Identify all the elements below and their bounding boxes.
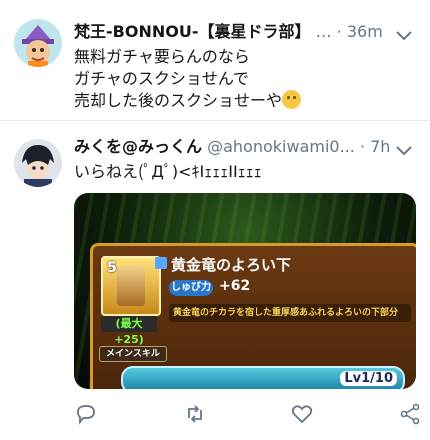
timestamp[interactable]: 7h: [370, 137, 390, 156]
tweet-line: いらねえ(ﾟДﾟ)<ｷIｪｪｪIIｪｪｪ: [74, 162, 262, 181]
separator-dot: ·: [336, 22, 342, 41]
separator-dot: ·: [359, 137, 366, 156]
tweet-header: みくを@みっくん @ahonokiwami0... · 7h: [74, 137, 390, 157]
avatar[interactable]: [14, 19, 62, 67]
display-name[interactable]: みくを@みっくん: [74, 137, 202, 156]
retweet-icon[interactable]: [183, 402, 207, 426]
tweet-line: 無料ガチャ要らんのなら: [74, 47, 250, 66]
handle[interactable]: @ahonokiwami0...: [207, 137, 355, 156]
tweet-actions: [0, 402, 430, 430]
hugging-face-emoji-icon: [282, 90, 302, 109]
tweet-text: いらねえ(ﾟДﾟ)<ｷIｪｪｪIIｪｪｪ: [74, 161, 262, 183]
tweet-line: ガチャのスクショせんで: [74, 69, 250, 88]
skill-bar: Lv1/10: [121, 366, 405, 389]
handle[interactable]: …: [316, 22, 332, 41]
item-level: 5: [107, 260, 117, 276]
more-icon[interactable]: [393, 28, 415, 42]
item-bonus: (最大+25): [101, 316, 157, 346]
tweet-text: 無料ガチャ要らんのなら ガチャのスクショせんで 売却した後のスクショせーや: [74, 46, 302, 112]
skill-tag: メインスキル: [99, 346, 167, 362]
item-name: 黄金竜のよろい下: [171, 256, 292, 274]
timestamp[interactable]: 36m: [347, 22, 383, 41]
share-icon[interactable]: [398, 402, 422, 426]
reply-icon[interactable]: [74, 402, 98, 426]
tweet-media-image[interactable]: 5 (最大+25) 黄金竜のよろい下 しゅび力 +62 黄金竜のチカラを宿した重…: [74, 193, 416, 389]
stat-label: しゅび力: [169, 280, 213, 296]
item-description: 黄金竜のチカラを宿した重厚感あふれるよろいの下部分: [169, 304, 411, 322]
item-icon: 5: [101, 256, 161, 316]
tweet-header: 梵王-BONNOU-【裏星ドラ部】 … · 36m: [74, 22, 383, 42]
stat-value: +62: [219, 278, 251, 294]
avatar[interactable]: [14, 139, 62, 187]
display-name[interactable]: 梵王-BONNOU-【裏星ドラ部】: [74, 22, 310, 41]
armor-type-icon: [155, 257, 167, 269]
item-panel: 5 (最大+25) 黄金竜のよろい下 しゅび力 +62 黄金竜のチカラを宿した重…: [90, 243, 416, 389]
skill-level: Lv1/10: [340, 371, 397, 386]
more-icon[interactable]: [393, 143, 415, 157]
like-icon[interactable]: [290, 402, 314, 426]
tweet-line: 売却した後のスクショせーや: [74, 91, 283, 110]
tweet-1[interactable]: 梵王-BONNOU-【裏星ドラ部】 … · 36m 無料ガチャ要らんのなら ガチ…: [0, 0, 430, 110]
armor-icon: [117, 266, 145, 306]
